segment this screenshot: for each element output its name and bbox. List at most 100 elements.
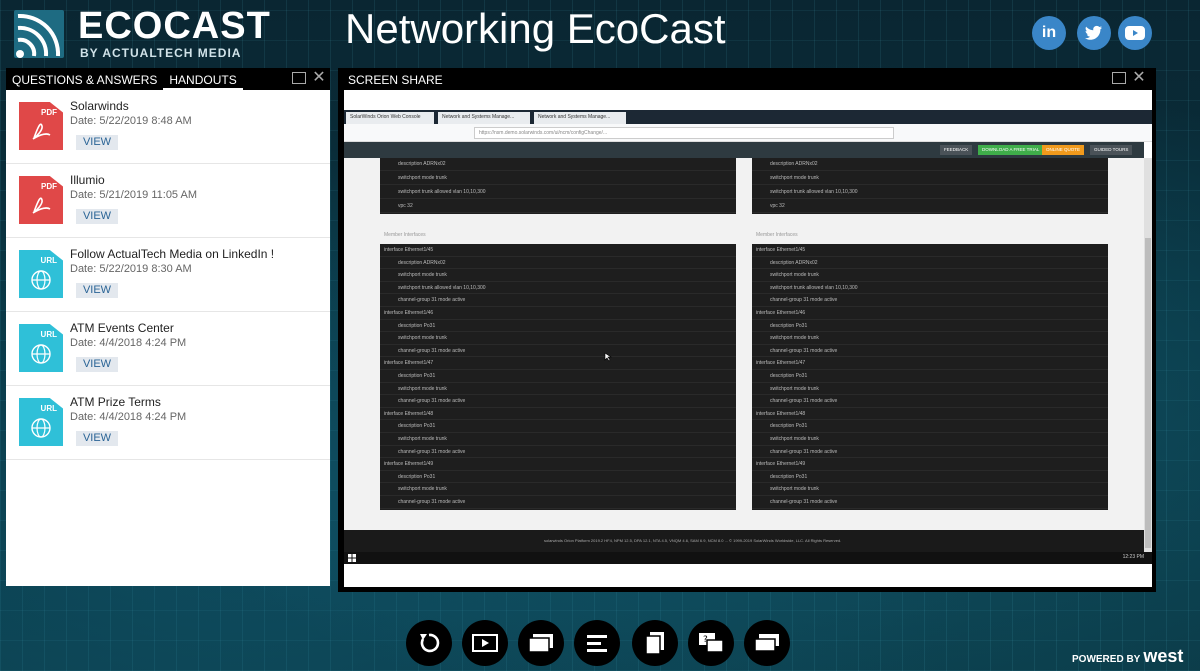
ecocast-logo: ECOCAST BY ACTUALTECH MEDIA <box>14 6 270 60</box>
section-label: Member Interfaces <box>384 232 426 238</box>
play-icon <box>472 634 498 652</box>
config-line: switchport trunk allowed vlan 10,10,300 <box>752 282 1108 295</box>
qa-icon: ? <box>699 633 724 653</box>
handouts-panel-header: QUESTIONS & ANSWERS HANDOUTS ✕ <box>6 68 330 90</box>
url-field[interactable]: https://nsm.demo.solarwinds.com/ui/ncm/c… <box>474 127 894 139</box>
config-line: description Po31 <box>752 471 1108 484</box>
qa-button[interactable]: ? <box>688 620 734 666</box>
config-line: description Po31 <box>380 471 736 484</box>
url-globe-icon: URL <box>19 250 63 298</box>
scroll-thumb[interactable] <box>1145 238 1151 548</box>
slides-icon <box>528 634 553 653</box>
url-globe-icon: URL <box>19 398 63 446</box>
config-line: switchport mode trunk <box>752 433 1108 446</box>
download-trial-button[interactable]: DOWNLOAD A FREE TRIAL <box>978 145 1044 155</box>
config-line: switchport mode trunk <box>752 269 1108 282</box>
youtube-icon[interactable] <box>1118 16 1152 50</box>
config-line: channel-group 31 mode active <box>752 446 1108 459</box>
powered-by: POWERED BY west <box>1072 646 1184 666</box>
media-player-button[interactable] <box>462 620 508 666</box>
config-line: description Po31 <box>752 370 1108 383</box>
config-line: channel-group 31 mode active <box>380 395 736 408</box>
config-line: description ADRNx02 <box>752 257 1108 270</box>
slides-button[interactable] <box>518 620 564 666</box>
refresh-button[interactable] <box>406 620 452 666</box>
member-interfaces-right: interface Ethernet1/45 description ADRNx0… <box>752 244 1108 510</box>
item-date: Date: 5/22/2019 8:30 AM <box>70 263 192 275</box>
view-button[interactable]: VIEW <box>76 431 118 446</box>
browser-tab[interactable]: Network and Systems Manage... <box>534 112 626 124</box>
config-line: channel-group 31 mode active <box>752 294 1108 307</box>
close-icon[interactable]: ✕ <box>312 70 326 86</box>
handouts-button[interactable] <box>632 620 678 666</box>
config-line: channel-group 31 mode active <box>752 496 1108 509</box>
config-line: switchport mode trunk <box>380 383 736 396</box>
linkedin-icon[interactable]: in <box>1032 16 1066 50</box>
config-line: channel-group 31 mode active <box>752 345 1108 358</box>
ecocast-signal-icon <box>14 10 64 58</box>
maximize-icon[interactable] <box>292 72 306 84</box>
view-button[interactable]: VIEW <box>76 135 118 150</box>
config-line: switchport mode trunk <box>380 433 736 446</box>
list-item: PDF Solarwinds Date: 5/22/2019 8:48 AM V… <box>6 90 330 164</box>
windows-start-icon[interactable] <box>348 554 356 562</box>
config-line: channel-group 31 mode active <box>752 395 1108 408</box>
scrollbar[interactable] <box>1144 158 1152 552</box>
chat-button[interactable] <box>744 620 790 666</box>
taskbar-clock: 12:23 PM <box>1122 554 1144 560</box>
config-line: switchport mode trunk <box>752 383 1108 396</box>
config-line: description Po31 <box>752 420 1108 433</box>
handouts-list: PDF Solarwinds Date: 5/22/2019 8:48 AM V… <box>6 90 330 586</box>
config-line: interface Ethernet1/49 <box>752 458 1108 471</box>
browser-tab[interactable]: SolarWinds Orion Web Console <box>346 112 434 124</box>
mouse-cursor-icon <box>604 352 612 362</box>
config-line: description Po31 <box>752 320 1108 333</box>
config-line: interface Ethernet1/45 <box>752 244 1108 257</box>
feedback-button[interactable]: FEEDBACK <box>940 145 973 155</box>
west-logo: west <box>1143 646 1184 666</box>
item-date: Date: 4/4/2018 4:24 PM <box>70 411 187 423</box>
online-quote-button[interactable]: ONLINE QUOTE <box>1042 145 1085 155</box>
config-line: channel-group 31 mode active <box>380 294 736 307</box>
maximize-icon[interactable] <box>1112 72 1126 84</box>
view-button[interactable]: VIEW <box>76 283 118 298</box>
app-toolbar: FEEDBACK DOWNLOAD A FREE TRIAL ONLINE QU… <box>344 142 1144 158</box>
agenda-button[interactable] <box>574 620 620 666</box>
view-button[interactable]: VIEW <box>76 209 118 224</box>
screen-share-title: SCREEN SHARE <box>348 73 443 87</box>
pdf-icon: PDF <box>19 176 63 224</box>
tab-handouts[interactable]: HANDOUTS <box>163 68 243 90</box>
windows-taskbar: 12:23 PM <box>344 552 1152 564</box>
tab-questions-answers[interactable]: QUESTIONS & ANSWERS <box>6 68 163 90</box>
browser-tab[interactable]: Network and Systems Manage... <box>438 112 530 124</box>
config-line: interface Ethernet1/48 <box>380 408 736 421</box>
close-icon[interactable]: ✕ <box>1132 70 1146 86</box>
config-diff-view: description ADRNx02 switchport mode trun… <box>344 158 1144 530</box>
config-line: switchport trunk allowed vlan 10,10,300 <box>380 282 736 295</box>
item-date: Date: 4/4/2018 4:24 PM <box>70 337 187 349</box>
item-title: Solarwinds <box>70 99 129 113</box>
config-line: interface Ethernet1/45 <box>380 244 736 257</box>
footer-text: solarwinds Orion Platform 2019.2 HF4, NP… <box>544 538 842 543</box>
chat-icon <box>754 634 779 652</box>
config-line: switchport mode trunk <box>752 332 1108 345</box>
agenda-icon <box>587 635 607 652</box>
config-line: description Po31 <box>380 420 736 433</box>
item-date: Date: 5/22/2019 8:48 AM <box>70 115 192 127</box>
member-interfaces-left: interface Ethernet1/45 description ADRNx0… <box>380 244 736 510</box>
guided-tours-button[interactable]: GUIDED TOURS <box>1090 145 1133 155</box>
item-date: Date: 5/21/2019 11:05 AM <box>70 189 197 201</box>
pdf-icon: PDF <box>19 102 63 150</box>
section-label: Member Interfaces <box>756 232 798 238</box>
logo-text: ECOCAST <box>78 5 271 47</box>
twitter-icon[interactable] <box>1077 16 1111 50</box>
app-footer: solarwinds Orion Platform 2019.2 HF4, NP… <box>344 530 1144 552</box>
list-item: PDF Illumio Date: 5/21/2019 11:05 AM VIE… <box>6 164 330 238</box>
logo-subtitle: BY ACTUALTECH MEDIA <box>80 46 242 60</box>
view-button[interactable]: VIEW <box>76 357 118 372</box>
config-block: description ADRNx02 switchport mode trun… <box>752 158 1108 214</box>
config-line: interface Ethernet1/46 <box>380 307 736 320</box>
list-item: URL Follow ActualTech Media on LinkedIn … <box>6 238 330 312</box>
item-title: ATM Prize Terms <box>70 395 161 409</box>
config-line: description Po31 <box>380 320 736 333</box>
